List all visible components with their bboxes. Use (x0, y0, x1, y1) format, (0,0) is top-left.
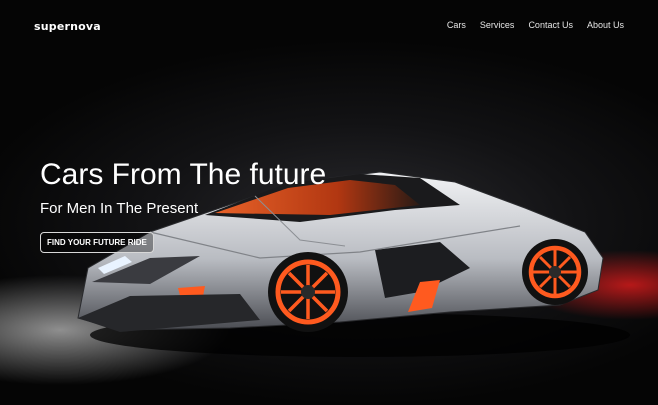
brand-logo[interactable]: supernova (34, 20, 101, 33)
nav-link-contact-us[interactable]: Contact Us (528, 20, 573, 30)
hero-title: Cars From The future (40, 158, 327, 191)
hero-subtitle: For Men In The Present (40, 200, 199, 217)
main-nav: Cars Services Contact Us About Us (447, 20, 624, 30)
nav-link-cars[interactable]: Cars (447, 20, 466, 30)
find-your-future-ride-button[interactable]: FIND YOUR FUTURE RIDE (40, 232, 154, 253)
hero-section: supernova Cars Services Contact Us About… (0, 0, 658, 405)
nav-link-services[interactable]: Services (480, 20, 515, 30)
nav-link-about-us[interactable]: About Us (587, 20, 624, 30)
